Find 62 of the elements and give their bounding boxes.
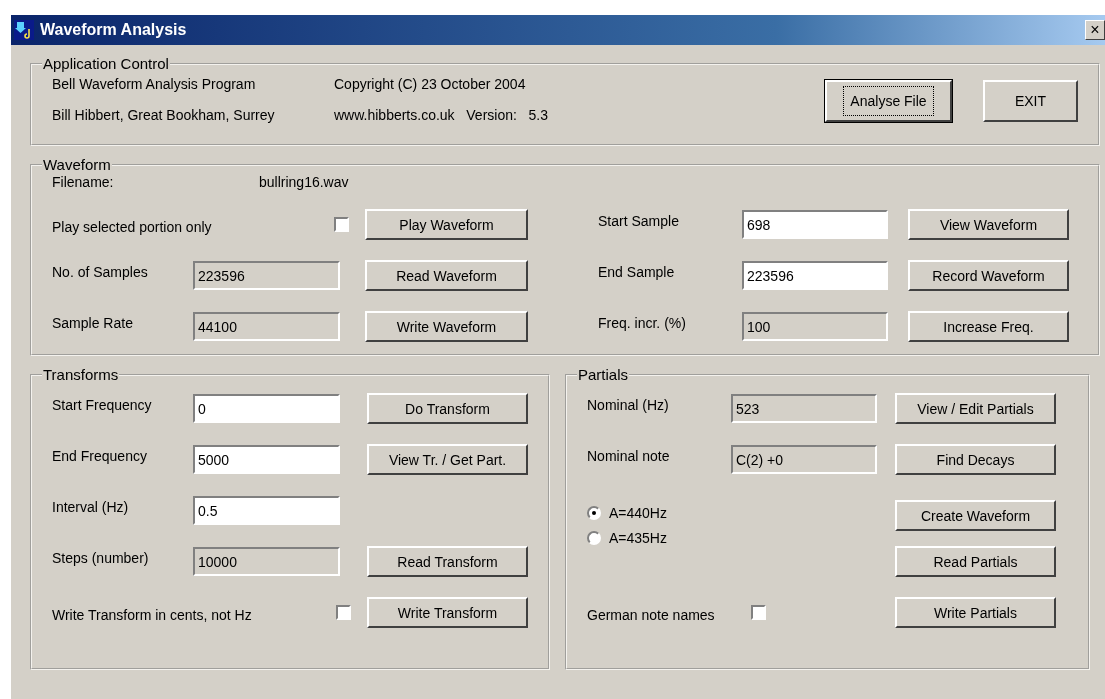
checkbox[interactable] bbox=[334, 217, 349, 232]
field-label: End Sample bbox=[598, 263, 676, 280]
action-button[interactable]: Write Waveform bbox=[365, 311, 528, 342]
text-field[interactable]: 0.5 bbox=[193, 496, 340, 525]
info-text: Bell Waveform Analysis Program bbox=[52, 76, 257, 92]
group-title: Partials bbox=[577, 366, 630, 383]
radio-label: A=440Hz bbox=[609, 505, 667, 521]
field-label: Filename: bbox=[52, 174, 115, 190]
text-field[interactable]: 0 bbox=[193, 394, 340, 423]
action-button[interactable]: View Waveform bbox=[908, 209, 1069, 240]
action-button[interactable]: Analyse File bbox=[825, 79, 952, 122]
action-button[interactable]: EXIT bbox=[983, 79, 1078, 122]
field-label: Sample Rate bbox=[52, 314, 134, 331]
action-button[interactable]: Create Waveform bbox=[895, 500, 1056, 531]
action-button[interactable]: Increase Freq. bbox=[908, 311, 1069, 342]
window-title: Waveform Analysis bbox=[40, 21, 188, 39]
group-title: Application Control bbox=[42, 55, 170, 72]
checkbox-label: German note names bbox=[587, 606, 715, 623]
text-field[interactable]: 223596 bbox=[742, 261, 888, 290]
close-button[interactable]: × bbox=[1085, 20, 1105, 40]
text-field[interactable]: 523 bbox=[731, 394, 877, 423]
text-field[interactable]: 44100 bbox=[193, 312, 340, 341]
info-text: Copyright (C) 23 October 2004 bbox=[334, 76, 527, 92]
action-button[interactable]: Record Waveform bbox=[908, 260, 1069, 291]
checkbox[interactable] bbox=[751, 605, 766, 620]
action-button[interactable]: Write Transform bbox=[367, 597, 528, 628]
radio-label: A=435Hz bbox=[609, 530, 667, 546]
action-button[interactable]: View Tr. / Get Part. bbox=[367, 444, 528, 475]
text-field[interactable]: C(2) +0 bbox=[731, 445, 877, 474]
action-button[interactable]: Write Partials bbox=[895, 597, 1056, 628]
action-button[interactable]: Find Decays bbox=[895, 444, 1056, 475]
action-button[interactable]: Play Waveform bbox=[365, 209, 528, 240]
info-text: Bill Hibbert, Great Bookham, Surrey bbox=[52, 107, 276, 123]
filename-text: bullring16.wav bbox=[259, 174, 349, 190]
field-label: Nominal note bbox=[587, 447, 671, 464]
field-label: Start Sample bbox=[598, 212, 680, 229]
field-label: Freq. incr. (%) bbox=[598, 314, 687, 331]
field-label: Start Frequency bbox=[52, 396, 153, 413]
checkbox-label: Write Transform in cents, not Hz bbox=[52, 606, 252, 623]
field-label: Interval (Hz) bbox=[52, 498, 130, 515]
field-label: End Frequency bbox=[52, 447, 148, 464]
action-button[interactable]: Read Waveform bbox=[365, 260, 528, 291]
field-label: Steps (number) bbox=[52, 549, 150, 566]
text-field[interactable]: 10000 bbox=[193, 547, 340, 576]
app-icon bbox=[14, 20, 34, 40]
field-label: No. of Samples bbox=[52, 263, 149, 280]
checkbox[interactable] bbox=[336, 605, 351, 620]
group-title: Waveform bbox=[42, 156, 112, 173]
group-title: Transforms bbox=[42, 366, 120, 383]
info-text: www.hibberts.co.uk Version: 5.3 bbox=[334, 107, 548, 123]
checkbox-label: Play selected portion only bbox=[52, 218, 212, 235]
text-field[interactable]: 5000 bbox=[193, 445, 340, 474]
action-button[interactable]: View / Edit Partials bbox=[895, 393, 1056, 424]
radio-button[interactable] bbox=[587, 506, 601, 520]
text-field[interactable]: 223596 bbox=[193, 261, 340, 290]
field-label: Nominal (Hz) bbox=[587, 396, 670, 413]
action-button[interactable]: Read Transform bbox=[367, 546, 528, 577]
text-field[interactable]: 698 bbox=[742, 210, 888, 239]
action-button[interactable]: Do Transform bbox=[367, 393, 528, 424]
radio-button[interactable] bbox=[587, 531, 601, 545]
text-field[interactable]: 100 bbox=[742, 312, 888, 341]
action-button[interactable]: Read Partials bbox=[895, 546, 1056, 577]
